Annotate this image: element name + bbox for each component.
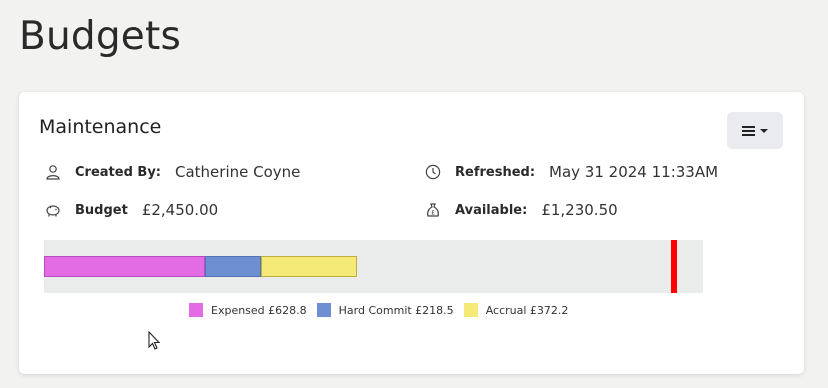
budget-card: Maintenance Created By: Catherine Coyne …	[19, 92, 804, 374]
piggy-bank-icon	[45, 202, 61, 218]
bar-segment-accrual	[261, 256, 357, 277]
budget-label: Budget	[75, 202, 128, 218]
caret-down-icon	[760, 128, 768, 133]
created-by-label: Created By:	[75, 164, 161, 180]
available-value: £1,230.50	[541, 201, 618, 219]
legend-item-accrual: Accrual £372.2	[463, 303, 569, 317]
bar-segment-expensed	[44, 256, 206, 277]
chart-legend: Expensed £628.8 Hard Commit £218.5 Accru…	[189, 303, 578, 317]
legend-item-expensed: Expensed £628.8	[189, 303, 307, 317]
budget-value: £2,450.00	[141, 201, 219, 219]
svg-text:£: £	[431, 210, 435, 217]
legend-label-expensed: Expensed £628.8	[211, 303, 307, 317]
money-bag-icon: £	[425, 202, 441, 218]
legend-swatch-accrual	[463, 303, 478, 317]
budget-progress-bar	[44, 240, 703, 293]
card-menu-button[interactable]	[727, 112, 783, 149]
created-by-value: Catherine Coyne	[175, 163, 301, 181]
bar-segment-hard-commit	[205, 256, 262, 277]
legend-label-accrual: Accrual £372.2	[485, 303, 569, 317]
mouse-cursor-icon	[148, 331, 161, 350]
available-label: Available:	[455, 202, 528, 218]
page-title: Budgets	[19, 14, 181, 59]
legend-swatch-expensed	[189, 303, 203, 317]
budget-limit-marker	[671, 240, 677, 293]
card-title: Maintenance	[39, 116, 162, 138]
available-row: £ Available: £1,230.50	[425, 201, 618, 219]
refreshed-row: Refreshed: May 31 2024 11:33AM	[425, 163, 718, 181]
refreshed-label: Refreshed:	[455, 164, 536, 180]
created-by-row: Created By: Catherine Coyne	[45, 163, 300, 181]
refreshed-value: May 31 2024 11:33AM	[549, 163, 719, 181]
budget-row: Budget £2,450.00	[45, 201, 218, 219]
user-icon	[45, 164, 61, 180]
hamburger-icon	[742, 124, 755, 138]
legend-label-hard-commit: Hard Commit £218.5	[338, 303, 454, 317]
legend-item-hard-commit: Hard Commit £218.5	[316, 303, 454, 317]
legend-swatch-hard-commit	[316, 303, 331, 317]
clock-icon	[425, 164, 441, 180]
